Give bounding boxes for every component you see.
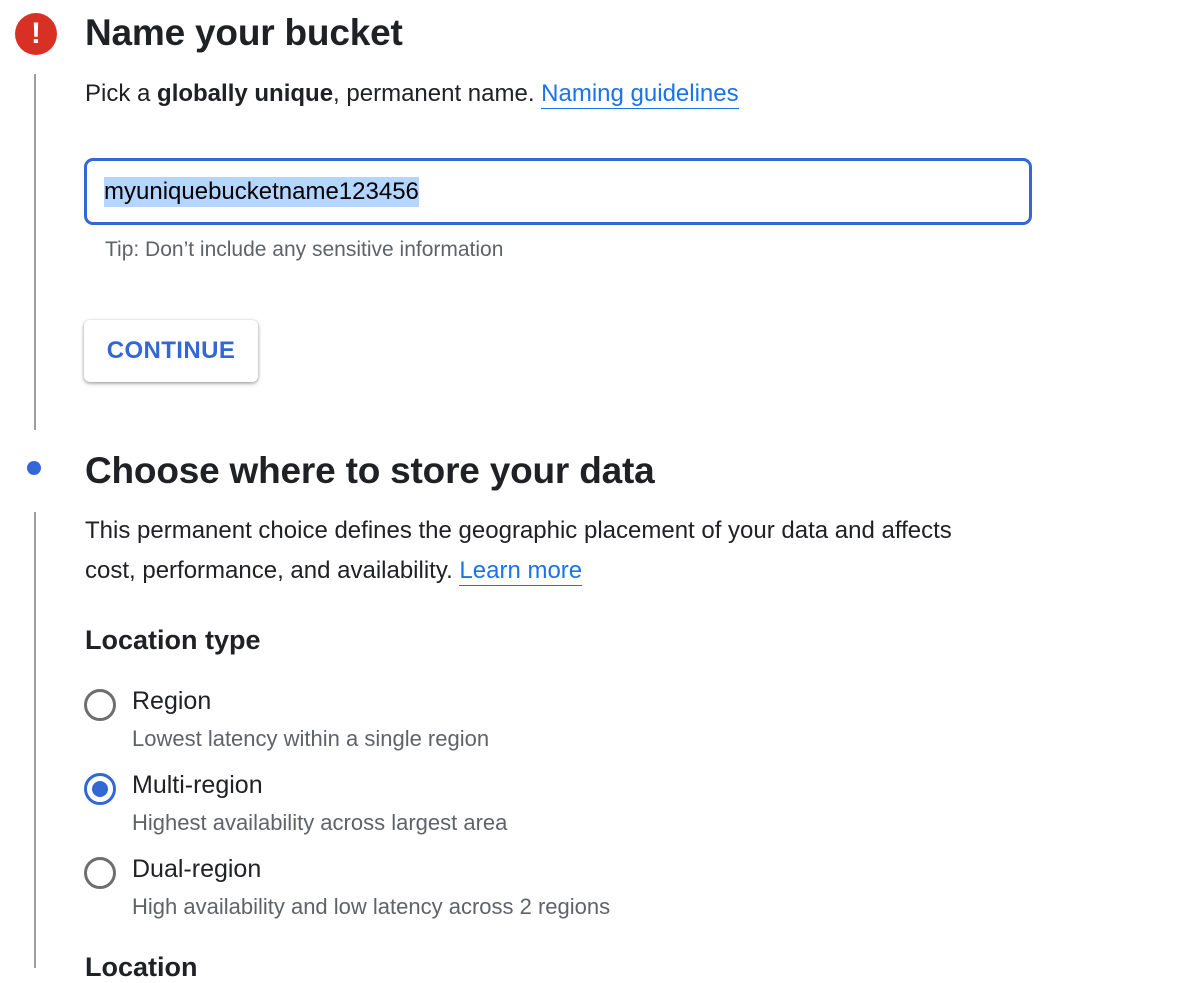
input-hint: Tip: Don’t include any sensitive informa… <box>105 238 504 261</box>
stepper-connector <box>34 512 36 968</box>
error-icon: ! <box>15 13 57 55</box>
description-line: This permanent choice defines the geogra… <box>85 517 952 544</box>
learn-more-link[interactable]: Learn more <box>459 557 583 586</box>
current-step-dot <box>27 461 41 475</box>
step-title-location: Choose where to store your data <box>85 450 655 491</box>
radio-button[interactable] <box>84 689 116 721</box>
radio-label: Multi-region <box>132 771 263 799</box>
bucket-name-value: myuniquebucketname123456 <box>104 176 419 207</box>
radio-label: Dual-region <box>132 855 262 883</box>
bucket-name-input[interactable]: myuniquebucketname123456 <box>84 158 1032 225</box>
step-description: This permanent choice defines the geogra… <box>85 511 952 591</box>
location-type-heading: Location type <box>85 625 261 655</box>
stepper-connector <box>34 74 36 430</box>
naming-guidelines-link[interactable]: Naming guidelines <box>541 80 739 109</box>
step-title-name-bucket: Name your bucket <box>85 12 403 53</box>
radio-description: High availability and low latency across… <box>132 894 611 919</box>
description-text: , permanent name. <box>333 80 542 107</box>
radio-description: Highest availability across largest area <box>132 810 508 835</box>
radio-description: Lowest latency within a single region <box>132 726 490 751</box>
radio-label: Region <box>132 687 212 715</box>
description-text: Pick a <box>85 80 158 107</box>
step-description: Pick a globally unique, permanent name. … <box>85 74 739 114</box>
radio-button-checked[interactable] <box>84 773 116 805</box>
radio-button[interactable] <box>84 857 116 889</box>
description-emphasis: globally unique <box>157 80 334 107</box>
description-line: cost, performance, and availability. <box>85 557 460 584</box>
continue-button[interactable]: CONTINUE <box>84 320 258 382</box>
